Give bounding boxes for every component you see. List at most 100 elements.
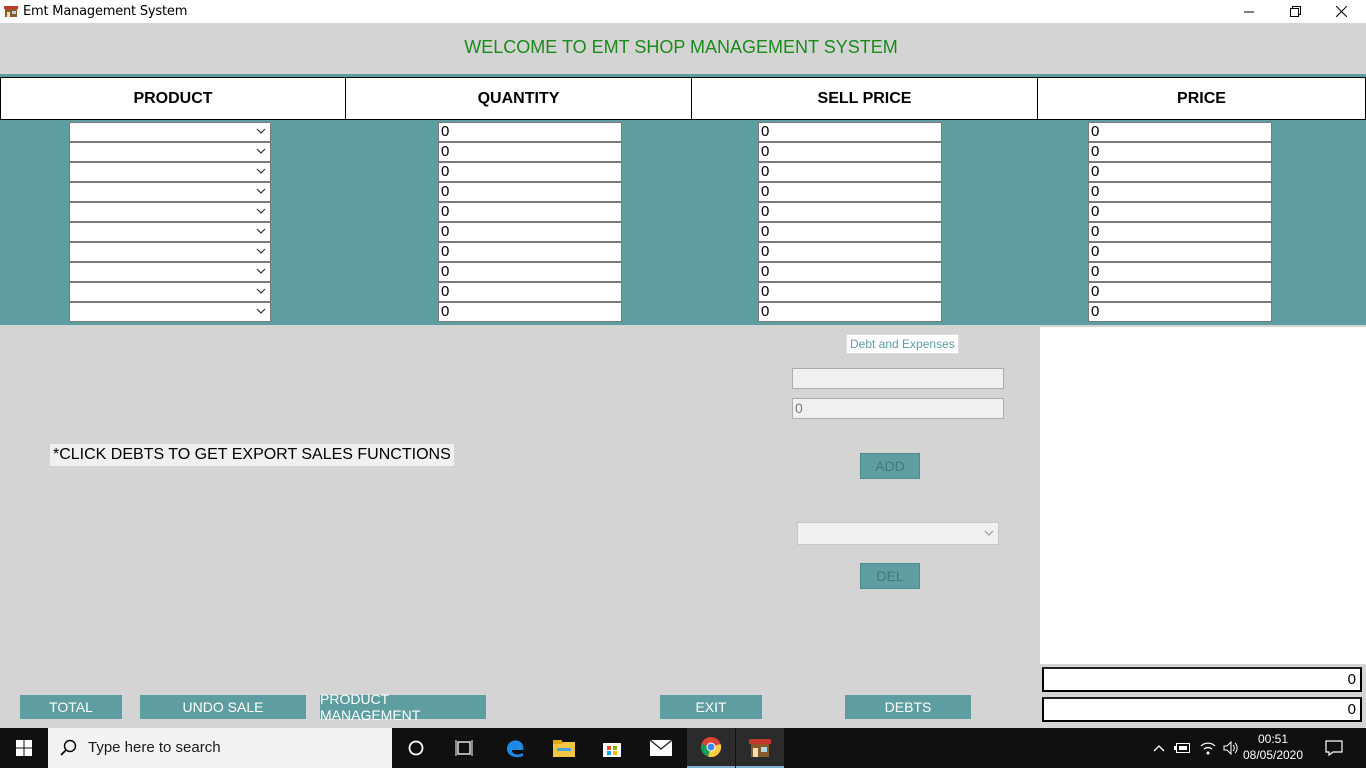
welcome-banner: WELCOME TO EMT SHOP MANAGEMENT SYSTEM	[0, 23, 1366, 74]
price-input[interactable]: 0	[1088, 182, 1272, 202]
sell-price-input[interactable]: 0	[758, 242, 942, 262]
column-headers: PRODUCT QUANTITY SELL PRICE PRICE	[0, 77, 1366, 120]
notification-icon	[1325, 740, 1343, 756]
debt-name-input[interactable]	[792, 368, 1004, 389]
minimize-button[interactable]	[1226, 0, 1272, 23]
debt-expenses-label: Debt and Expenses	[846, 334, 959, 354]
total-button[interactable]: TOTAL	[20, 695, 122, 719]
total-display-2: 0	[1042, 697, 1362, 722]
product-dropdown[interactable]	[69, 182, 271, 202]
delete-debt-button[interactable]: DEL	[860, 563, 920, 589]
debt-select-dropdown[interactable]	[797, 522, 999, 545]
close-button[interactable]	[1318, 0, 1364, 23]
price-input[interactable]: 0	[1088, 162, 1272, 182]
battery-button[interactable]	[1172, 728, 1194, 768]
quantity-input[interactable]: 0	[438, 222, 622, 242]
store-button[interactable]	[588, 728, 636, 768]
quantity-input[interactable]: 0	[438, 262, 622, 282]
quantity-input[interactable]: 0	[438, 162, 622, 182]
system-clock[interactable]: 00:51 08/05/2020	[1240, 731, 1306, 763]
volume-button[interactable]	[1220, 728, 1242, 768]
chrome-button[interactable]	[687, 728, 735, 768]
chevron-down-icon	[256, 268, 266, 274]
undo-sale-button[interactable]: UNDO SALE	[140, 695, 306, 719]
chevron-down-icon	[256, 208, 266, 214]
search-icon	[60, 739, 77, 756]
sell-price-input[interactable]: 0	[758, 162, 942, 182]
sell-price-input[interactable]: 0	[758, 302, 942, 322]
window-title: Emt Management System	[23, 4, 188, 19]
chevron-down-icon	[256, 148, 266, 154]
price-input[interactable]: 0	[1088, 282, 1272, 302]
sell-price-input[interactable]: 0	[758, 122, 942, 142]
network-button[interactable]	[1197, 728, 1219, 768]
quantity-input[interactable]: 0	[438, 142, 622, 162]
chevron-down-icon	[256, 228, 266, 234]
product-dropdown[interactable]	[69, 142, 271, 162]
file-explorer-icon	[553, 740, 575, 757]
sell-price-input[interactable]: 0	[758, 282, 942, 302]
task-view-button[interactable]	[440, 728, 488, 768]
sell-price-input[interactable]: 0	[758, 142, 942, 162]
show-hidden-icons-button[interactable]	[1148, 728, 1170, 768]
start-button[interactable]	[0, 728, 48, 768]
quantity-input[interactable]: 0	[438, 302, 622, 322]
price-input[interactable]: 0	[1088, 262, 1272, 282]
chevron-down-icon	[256, 308, 266, 314]
chrome-icon	[700, 737, 722, 757]
minimize-icon	[1244, 11, 1254, 12]
restore-button[interactable]	[1272, 0, 1318, 23]
restore-icon	[1289, 6, 1301, 17]
price-input[interactable]: 0	[1088, 202, 1272, 222]
sell-price-input[interactable]: 0	[758, 202, 942, 222]
product-management-button[interactable]: PRODUCT MANAGEMENT	[320, 691, 486, 723]
mail-button[interactable]	[637, 728, 685, 768]
chevron-down-icon	[256, 188, 266, 194]
chevron-down-icon	[256, 288, 266, 294]
column-header-product: PRODUCT	[0, 77, 346, 120]
product-dropdown[interactable]	[69, 222, 271, 242]
price-input[interactable]: 0	[1088, 222, 1272, 242]
chevron-down-icon	[256, 248, 266, 254]
quantity-input[interactable]: 0	[438, 202, 622, 222]
price-input[interactable]: 0	[1088, 302, 1272, 322]
price-input[interactable]: 0	[1088, 122, 1272, 142]
windows-taskbar: Type here to search 00:51 08/05/2020	[0, 728, 1366, 768]
product-dropdown[interactable]	[69, 242, 271, 262]
chevron-down-icon	[984, 530, 994, 536]
action-center-button[interactable]	[1320, 728, 1348, 768]
edge-button[interactable]	[491, 728, 539, 768]
debts-button[interactable]: DEBTS	[845, 695, 971, 719]
total-display-1: 0	[1042, 667, 1362, 692]
product-dropdown[interactable]	[69, 162, 271, 182]
sell-price-input[interactable]: 0	[758, 182, 942, 202]
product-dropdown[interactable]	[69, 302, 271, 322]
task-view-icon	[455, 740, 473, 756]
price-input[interactable]: 0	[1088, 142, 1272, 162]
sell-price-input[interactable]: 0	[758, 262, 942, 282]
chevron-up-icon	[1153, 745, 1165, 752]
quantity-input[interactable]: 0	[438, 242, 622, 262]
file-explorer-button[interactable]	[540, 728, 588, 768]
quantity-input[interactable]: 0	[438, 122, 622, 142]
product-dropdown[interactable]	[69, 262, 271, 282]
product-dropdown[interactable]	[69, 202, 271, 222]
sell-price-input[interactable]: 0	[758, 222, 942, 242]
price-input[interactable]: 0	[1088, 242, 1272, 262]
product-dropdown[interactable]	[69, 122, 271, 142]
clock-time: 00:51	[1257, 732, 1289, 746]
quantity-input[interactable]: 0	[438, 282, 622, 302]
title-bar: Emt Management System	[0, 0, 1366, 23]
debt-amount-input[interactable]: 0	[792, 398, 1004, 419]
quantity-input[interactable]: 0	[438, 182, 622, 202]
cortana-button[interactable]	[392, 728, 440, 768]
sales-entry-grid: 000000000000000000000000000000	[0, 120, 1366, 325]
taskbar-search-box[interactable]: Type here to search	[48, 728, 392, 768]
wifi-icon	[1200, 742, 1216, 755]
cortana-icon	[408, 740, 424, 756]
product-dropdown[interactable]	[69, 282, 271, 302]
emt-app-taskbar-button[interactable]	[736, 728, 784, 768]
store-icon	[603, 743, 621, 757]
exit-button[interactable]: EXIT	[660, 695, 762, 719]
add-debt-button[interactable]: ADD	[860, 453, 920, 479]
